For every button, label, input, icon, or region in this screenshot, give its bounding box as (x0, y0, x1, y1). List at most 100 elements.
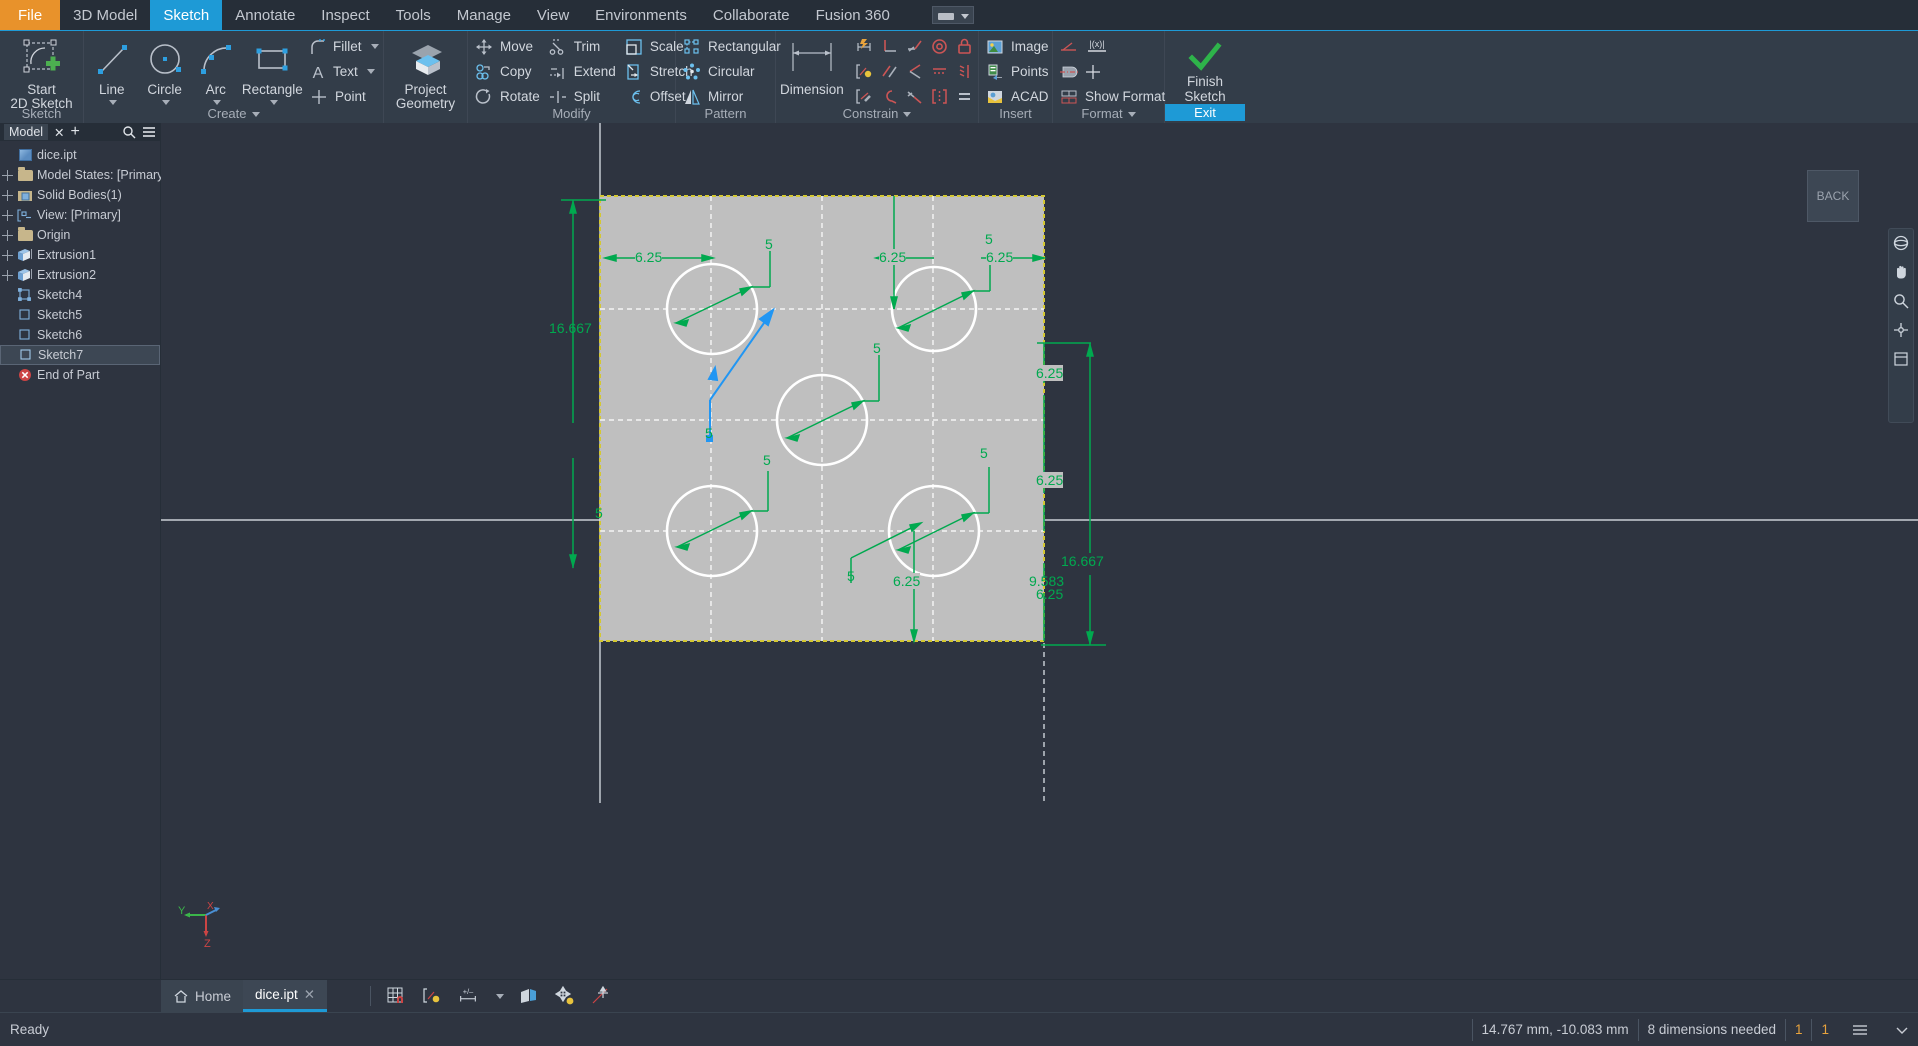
menu-item-file[interactable]: File (0, 0, 61, 30)
dimension-value[interactable]: 6.25 (893, 573, 921, 589)
tree-item-origin[interactable]: Origin (0, 225, 160, 245)
expand-icon[interactable] (2, 169, 13, 181)
dimension-value[interactable]: 5 (595, 505, 603, 521)
circle-button[interactable]: Circle (135, 34, 193, 105)
trim-button[interactable]: Trim (546, 34, 622, 59)
menu-item-collaborate[interactable]: Collaborate (700, 0, 803, 30)
dimension-value[interactable]: 6.25 (635, 249, 663, 265)
dimension-display-caret[interactable] (496, 993, 504, 999)
dimension-value[interactable]: 6.25 (879, 249, 907, 265)
document-tab-dice[interactable]: dice.ipt ✕ (243, 980, 328, 1012)
dimension-value[interactable]: 16.667 (549, 320, 592, 336)
horizontal-constraint-icon[interactable] (927, 59, 952, 84)
orbit-icon[interactable] (1891, 233, 1911, 253)
line-dropdown-caret[interactable] (109, 100, 118, 105)
tree-item-sketch4[interactable]: Sketch4 (0, 285, 160, 305)
dimension-value[interactable]: 5 (705, 425, 713, 441)
dimension-value[interactable]: 6.25 (1036, 472, 1064, 488)
tree-item-extrusion1[interactable]: Extrusion1 (0, 245, 160, 265)
circular-pattern-button[interactable]: Circular (680, 59, 787, 84)
menu-item-3d-model[interactable]: 3D Model (60, 0, 150, 30)
menu-item-tools[interactable]: Tools (383, 0, 444, 30)
parallel-constraint-icon[interactable] (877, 59, 902, 84)
look-at-icon[interactable] (1891, 320, 1911, 340)
vertical-constraint-icon[interactable] (952, 59, 977, 84)
menu-item-fusion-360[interactable]: Fusion 360 (803, 0, 903, 30)
text-button[interactable]: A Text (307, 59, 379, 84)
dimension-display-icon[interactable]: +/– (457, 985, 479, 1007)
tree-item-sketch6[interactable]: Sketch6 (0, 325, 160, 345)
circle-dropdown-caret[interactable] (162, 100, 171, 105)
tree-item-sketch7[interactable]: Sketch7 (0, 345, 160, 365)
view-styles-icon[interactable] (1891, 349, 1911, 369)
fillet-button[interactable]: Fillet (307, 34, 379, 59)
rectangular-pattern-button[interactable]: Rectangular (680, 34, 787, 59)
concentric-constraint-icon[interactable] (927, 34, 952, 59)
menu-item-sketch[interactable]: Sketch (150, 0, 223, 30)
arc-dropdown-caret[interactable] (213, 100, 222, 105)
dimension-value[interactable]: 5 (847, 568, 855, 584)
menu-item-view[interactable]: View (524, 0, 582, 30)
coincident-constraint-icon[interactable] (902, 59, 927, 84)
dimension-button[interactable]: Dimension (780, 34, 844, 97)
tree-item-extrusion2[interactable]: Extrusion2 (0, 265, 160, 285)
tree-item-solid-bodies[interactable]: Solid Bodies(1) (0, 185, 160, 205)
menu-item-inspect[interactable]: Inspect (308, 0, 382, 30)
fix-constraint-icon[interactable] (952, 34, 977, 59)
view-cube[interactable]: BACK (1807, 170, 1859, 222)
tree-item-model-states[interactable]: Model States: [Primary] (0, 165, 167, 185)
browser-tab-model[interactable]: Model (4, 124, 49, 140)
insert-image-button[interactable]: Image (983, 34, 1055, 59)
slice-graphics-icon[interactable] (518, 985, 540, 1007)
project-geometry-button[interactable]: Project Geometry (388, 34, 463, 111)
browser-menu-icon[interactable] (142, 125, 156, 139)
tree-item-end-of-part[interactable]: End of Part (0, 365, 160, 385)
grid-snap-icon[interactable] (385, 985, 407, 1007)
auto-dimension-icon[interactable] (852, 34, 877, 59)
expand-icon[interactable] (2, 189, 13, 201)
tree-item-part[interactable]: dice.ipt (0, 145, 160, 165)
dimension-value[interactable]: 5 (763, 452, 771, 468)
expand-icon[interactable] (2, 269, 13, 281)
text-dropdown-caret[interactable] (366, 69, 375, 74)
document-tab-close-icon[interactable]: ✕ (304, 987, 315, 1003)
menu-item-annotate[interactable]: Annotate (222, 0, 308, 30)
tree-item-sketch5[interactable]: Sketch5 (0, 305, 160, 325)
expand-icon[interactable] (2, 209, 13, 221)
construction-line-button[interactable] (1057, 34, 1081, 59)
dimension-value[interactable]: 6.25 (1036, 365, 1064, 381)
move-button[interactable]: Move (472, 34, 546, 59)
browser-add-icon[interactable]: + (71, 123, 80, 141)
menu-item-environments[interactable]: Environments (582, 0, 700, 30)
appearance-combobox[interactable] (919, 0, 987, 30)
constraint-visibility-icon[interactable] (421, 985, 443, 1007)
center-point-button[interactable] (1081, 59, 1109, 84)
search-icon[interactable] (122, 125, 136, 139)
hamburger-icon[interactable] (1838, 1019, 1882, 1041)
insert-points-button[interactable]: Points (983, 59, 1055, 84)
dimension-value[interactable]: 5 (980, 445, 988, 461)
tangent-constraint-icon[interactable] (902, 34, 927, 59)
home-tab[interactable]: Home (161, 980, 244, 1012)
auto-project-icon[interactable] (590, 985, 612, 1007)
driven-dimension-button[interactable]: |(x)| (1081, 34, 1117, 59)
sketch-canvas[interactable]: 16.667 6.25 5 6.25 6.25 5 5 5 6.25 6.25 … (161, 123, 1918, 979)
line-button[interactable]: Line (88, 34, 135, 105)
start-2d-sketch-button[interactable]: Start 2D Sketch (4, 34, 79, 111)
tree-item-view[interactable]: View: [Primary] (0, 205, 160, 225)
drag-point-icon[interactable] (554, 985, 576, 1007)
dimension-value[interactable]: 6.25 (1036, 586, 1063, 602)
zoom-icon[interactable] (1891, 291, 1911, 311)
expand-icon[interactable] (2, 249, 13, 261)
browser-close-icon[interactable]: ✕ (54, 125, 64, 140)
dimension-value[interactable]: 6.25 (986, 249, 1014, 265)
show-constraints-icon[interactable] (852, 59, 877, 84)
extend-button[interactable]: Extend (546, 59, 622, 84)
pan-hand-icon[interactable] (1891, 262, 1911, 282)
perpendicular-constraint-icon[interactable] (877, 34, 902, 59)
expand-icon[interactable] (2, 229, 13, 241)
dimension-value[interactable]: 16.667 (1061, 553, 1104, 569)
finish-sketch-button[interactable]: Finish Sketch (1169, 34, 1241, 104)
expand-icon[interactable] (1882, 1019, 1918, 1041)
rectangle-dropdown-caret[interactable] (269, 100, 278, 105)
